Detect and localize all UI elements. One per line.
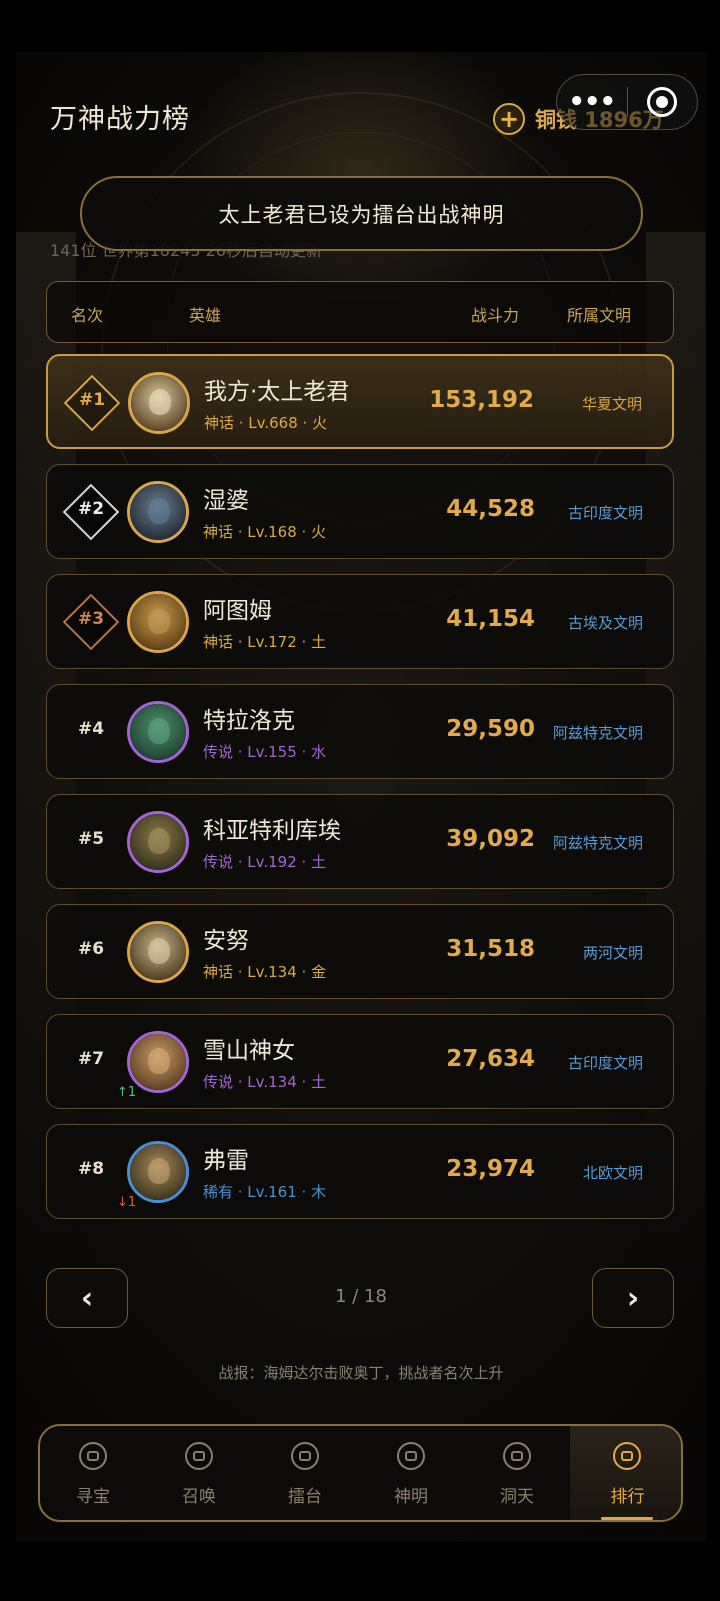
avatar <box>127 591 189 653</box>
god-icon <box>397 1442 425 1470</box>
hero-name: 科亚特利库埃 <box>203 818 341 844</box>
civilization-label: 华夏文明 <box>581 395 642 413</box>
rank-number: #3 <box>77 609 105 629</box>
rank-number: #1 <box>78 390 106 410</box>
next-page-button[interactable]: › <box>592 1268 674 1328</box>
rank-number: #5 <box>77 829 105 849</box>
table-row[interactable]: #7 ↑1 雪山神女传说 · Lv.134 · 土 27,634 古印度文明 <box>46 1014 674 1109</box>
nav-label: 寻宝 <box>76 1487 110 1507</box>
arena-icon <box>291 1442 319 1470</box>
rank-number: #8 <box>77 1159 105 1179</box>
power-value: 39,092 <box>446 826 535 852</box>
hero-name: 弗雷 <box>203 1148 249 1174</box>
civilization-label: 古印度文明 <box>567 1054 643 1072</box>
hero-meta: 神话 · Lv.668 · 火 <box>204 414 328 432</box>
ranking-page: 万神战力榜 + 铜钱 1896万 141位 世界第18245 26秒后自动更新 … <box>16 52 706 1542</box>
column-hero: 英雄 <box>189 306 222 325</box>
toast-message: 太上老君已设为擂台出战神明 <box>80 176 643 251</box>
page-title: 万神战力榜 <box>50 104 190 135</box>
treasure-icon <box>79 1442 107 1470</box>
column-rank: 名次 <box>71 306 104 325</box>
nav-label: 擂台 <box>288 1487 322 1507</box>
table-row[interactable]: #5 科亚特利库埃传说 · Lv.192 · 土 39,092 阿兹特克文明 <box>46 794 674 889</box>
hero-name: 安努 <box>203 928 249 954</box>
civilization-label: 两河文明 <box>582 944 643 962</box>
column-power: 战斗力 <box>471 306 520 325</box>
hero-meta: 传说 · Lv.134 · 土 <box>203 1073 327 1091</box>
table-row[interactable]: #8 ↓1 弗雷稀有 · Lv.161 · 木 23,974 北欧文明 <box>46 1124 674 1219</box>
power-value: 41,154 <box>446 606 535 632</box>
close-button[interactable] <box>628 87 698 117</box>
hero-name: 特拉洛克 <box>203 708 295 734</box>
power-value: 31,518 <box>446 936 535 962</box>
hero-name: 湿婆 <box>203 488 249 514</box>
avatar <box>128 372 190 434</box>
nav-item-summon[interactable]: 召唤 <box>146 1426 252 1520</box>
civilization-label: 阿兹特克文明 <box>552 834 643 852</box>
active-tab-indicator <box>601 1517 653 1520</box>
civilization-label: 古印度文明 <box>567 504 643 522</box>
battle-report: 战报：海姆达尔击败奥丁，挑战者名次上升 <box>218 1364 504 1382</box>
avatar <box>127 811 189 873</box>
avatar <box>127 921 189 983</box>
avatar <box>127 701 189 763</box>
nav-item-treasure[interactable]: 寻宝 <box>40 1426 146 1520</box>
rank-number: #2 <box>77 499 105 519</box>
hero-meta: 传说 · Lv.155 · 水 <box>203 743 327 761</box>
rank-change-indicator: ↓1 <box>117 1195 137 1210</box>
rank-change-indicator: ↑1 <box>117 1085 137 1100</box>
status-bar <box>0 0 720 52</box>
hero-meta: 神话 · Lv.168 · 火 <box>203 523 327 541</box>
table-row[interactable]: #6 安努神话 · Lv.134 · 金 31,518 两河文明 <box>46 904 674 999</box>
hero-meta: 神话 · Lv.172 · 土 <box>203 633 327 651</box>
hero-meta: 神话 · Lv.134 · 金 <box>203 963 327 981</box>
mini-program-capsule: ••• <box>556 74 698 130</box>
civilization-label: 古埃及文明 <box>567 614 643 632</box>
ranking-icon <box>613 1442 641 1470</box>
avatar <box>127 1031 189 1093</box>
nav-item-gods[interactable]: 神明 <box>358 1426 464 1520</box>
avatar <box>127 1141 189 1203</box>
nav-item-cave[interactable]: 洞天 <box>464 1426 570 1520</box>
hero-name: 我方·太上老君 <box>204 379 350 405</box>
table-row[interactable]: #2 湿婆神话 · Lv.168 · 火 44,528 古印度文明 <box>46 464 674 559</box>
nav-item-arena[interactable]: 擂台 <box>252 1426 358 1520</box>
avatar <box>127 481 189 543</box>
table-row[interactable]: #3 阿图姆神话 · Lv.172 · 土 41,154 古埃及文明 <box>46 574 674 669</box>
cave-icon <box>503 1442 531 1470</box>
civilization-label: 阿兹特克文明 <box>552 724 643 742</box>
column-civilization: 所属文明 <box>567 306 632 325</box>
nav-label: 召唤 <box>182 1487 216 1507</box>
nav-item-ranking[interactable]: 排行 <box>570 1426 681 1520</box>
hero-meta: 稀有 · Lv.161 · 木 <box>203 1183 327 1201</box>
nav-label: 排行 <box>610 1487 645 1507</box>
table-row[interactable]: #1 我方·太上老君神话 · Lv.668 · 火 153,192 华夏文明 <box>46 354 674 449</box>
summon-icon <box>185 1442 213 1470</box>
plus-circle-icon[interactable]: + <box>493 103 525 135</box>
nav-label: 神明 <box>394 1487 428 1507</box>
table-header: 名次 英雄 战斗力 所属文明 <box>46 281 674 343</box>
power-value: 153,192 <box>429 387 534 413</box>
hero-meta: 传说 · Lv.192 · 土 <box>203 853 327 871</box>
target-icon <box>647 87 678 117</box>
rank-number: #4 <box>77 719 105 739</box>
bottom-nav: 寻宝 召唤 擂台 神明 洞天 排行 <box>38 1424 683 1522</box>
hero-name: 雪山神女 <box>203 1038 295 1064</box>
rank-number: #7 <box>77 1049 105 1069</box>
civilization-label: 北欧文明 <box>582 1164 643 1182</box>
nav-label: 洞天 <box>500 1487 534 1507</box>
rank-number: #6 <box>77 939 105 959</box>
power-value: 44,528 <box>446 496 535 522</box>
power-value: 27,634 <box>446 1046 535 1072</box>
table-row[interactable]: #4 特拉洛克传说 · Lv.155 · 水 29,590 阿兹特克文明 <box>46 684 674 779</box>
more-button[interactable]: ••• <box>557 89 627 115</box>
power-value: 29,590 <box>446 716 535 742</box>
hero-name: 阿图姆 <box>203 598 272 624</box>
power-value: 23,974 <box>446 1156 535 1182</box>
